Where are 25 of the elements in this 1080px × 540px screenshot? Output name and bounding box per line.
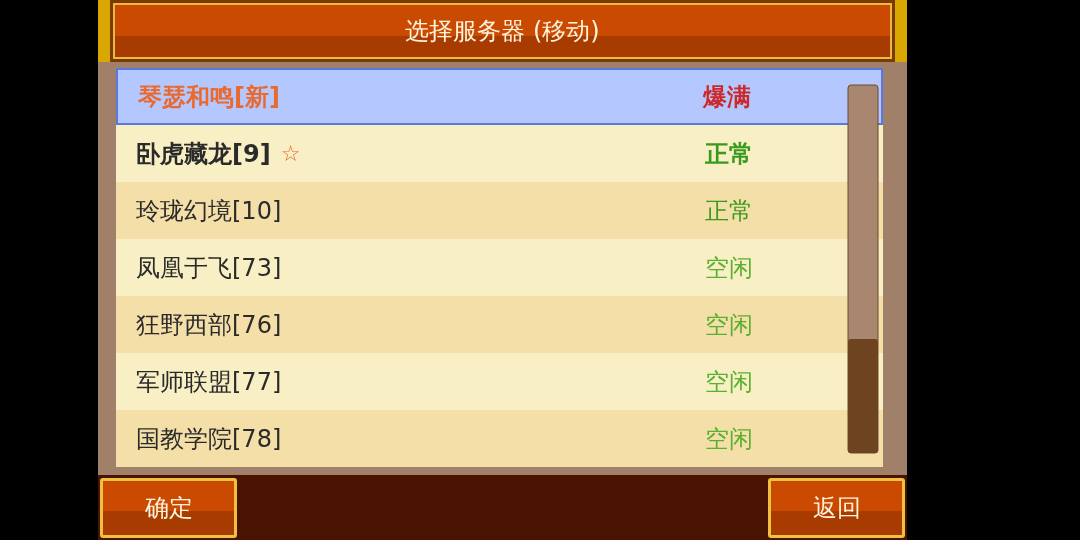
confirm-button[interactable]: 确定 xyxy=(100,477,237,538)
server-status: 空闲 xyxy=(705,423,753,455)
server-status: 空闲 xyxy=(705,309,753,341)
server-name: 琴瑟和鸣[新] xyxy=(138,81,280,113)
server-name: 凤凰于飞[73] xyxy=(136,252,282,284)
server-name: 狂野西部[76] xyxy=(136,309,282,341)
server-status: 空闲 xyxy=(705,366,753,398)
server-name: 国教学院[78] xyxy=(136,423,282,455)
server-row[interactable]: 凤凰于飞[73] 空闲 xyxy=(116,239,883,296)
dialog-title: 选择服务器 (移动) xyxy=(405,16,600,47)
server-status: 空闲 xyxy=(705,252,753,284)
server-row[interactable]: 卧虎藏龙[9] ☆ 正常 xyxy=(116,125,883,182)
server-name: 玲珑幻境[10] xyxy=(136,195,282,227)
scrollbar[interactable] xyxy=(847,84,879,454)
server-row[interactable]: 狂野西部[76] 空闲 xyxy=(116,296,883,353)
server-status: 正常 xyxy=(705,195,753,227)
server-status: 爆满 xyxy=(703,81,751,113)
server-row[interactable]: 军师联盟[77] 空闲 xyxy=(116,353,883,410)
server-mark: ☆ xyxy=(280,141,301,166)
server-name: 军师联盟[77] xyxy=(136,366,282,398)
server-name: 卧虎藏龙[9] xyxy=(136,138,271,170)
server-row[interactable]: 玲珑幻境[10] 正常 xyxy=(116,182,883,239)
server-status: 正常 xyxy=(705,138,753,170)
server-row[interactable]: 国教学院[78] 空闲 xyxy=(116,410,883,467)
back-button[interactable]: 返回 xyxy=(768,477,905,538)
